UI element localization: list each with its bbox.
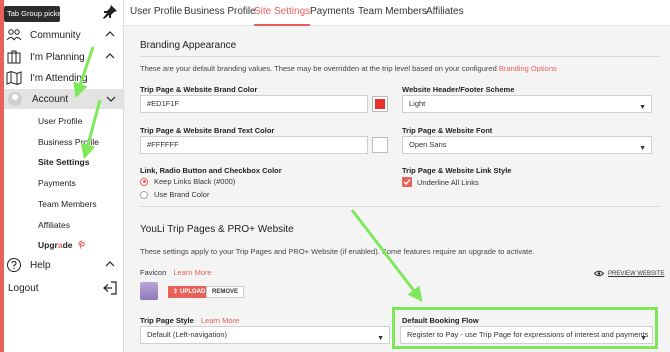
eye-icon [594,270,604,277]
suitcase-icon [7,50,21,64]
sidebar-item-help[interactable]: Help [6,256,122,274]
branding-description: These are your default branding values. … [140,64,557,73]
sidebar-sub-user-profile[interactable]: User Profile [38,116,82,126]
tab-user-profile[interactable]: User Profile [130,0,182,26]
brand-text-color-input[interactable]: #FFFFFF [140,136,368,154]
trip-page-style-learn-more-link[interactable]: Learn More [201,316,239,325]
favicon-learn-more-link[interactable]: Learn More [173,268,211,277]
sidebar-sub-payments[interactable]: Payments [38,178,76,188]
font-label: Trip Page & Website Font [402,126,493,135]
radio-keep-links-black[interactable]: Keep Links Black (#000) [140,177,235,186]
sidebar-item-logout[interactable]: Logout [6,279,122,297]
brand-color-swatch[interactable] [372,96,388,112]
radio-button-selected[interactable] [140,177,148,186]
brand-text-color-fill [375,140,385,150]
brand-text-color-swatch[interactable] [372,137,388,153]
underline-checkbox[interactable] [402,177,412,187]
header-scheme-select[interactable]: Light ▼ [402,95,652,113]
sidebar-item-label: Logout [8,282,39,294]
sidebar-sub-business-profile[interactable]: Business Profile [38,137,99,147]
header-scheme-label: Website Header/Footer Scheme [402,85,515,94]
trip-page-style-value: Default (Left-navigation) [147,330,228,339]
favicon-preview-image [140,282,158,300]
map-icon [6,70,22,86]
sidebar-item-label: Community [30,29,81,41]
dropdown-caret-icon: ▼ [639,104,646,111]
pinterest-icon [78,240,85,249]
favicon-label-text: Favicon [140,268,167,277]
chevron-up-icon[interactable] [104,258,116,270]
brand-color-fill [375,99,385,109]
tab-site-settings[interactable]: Site Settings [254,0,311,26]
upload-label: UPLOAD [180,289,206,295]
main-panel: Branding Appearance These are your defau… [124,26,670,352]
branding-options-link[interactable]: Branding Options [499,64,557,73]
upload-icon: ⇪ [173,289,179,295]
tab-payments[interactable]: Payments [310,0,354,26]
divider [140,206,660,207]
sidebar-item-label: I'm Attending [30,72,88,84]
brand-color-label: Trip Page & Website Brand Color [140,85,258,94]
sidebar: Tab Group picker Community I'm Planning … [0,0,124,352]
sidebar-item-community[interactable]: Community [6,26,122,44]
tab-affiliates[interactable]: Affiliates [426,0,464,26]
upgrade-text-start: Upgr [38,240,58,250]
radio-label: Use Brand Color [154,190,210,199]
sidebar-sub-team-members[interactable]: Team Members [38,199,97,209]
preview-website-link[interactable]: PREVIEW WEBSITE [594,270,664,277]
top-tab-bar: User Profile Business Profile Site Setti… [124,0,670,26]
sidebar-item-label: I'm Planning [30,51,85,63]
header-scheme-value: Light [409,99,426,108]
link-style-label: Trip Page & Website Link Style [402,166,512,175]
chevron-down-icon[interactable] [105,93,117,105]
youli-description: These settings apply to your Trip Pages … [140,247,535,256]
remove-button[interactable]: REMOVE [206,286,245,298]
preview-website-label: PREVIEW WEBSITE [608,270,665,277]
radio-use-brand-color[interactable]: Use Brand Color [140,190,209,199]
radio-button[interactable] [140,190,148,199]
font-select[interactable]: Open Sans ▼ [402,136,652,154]
help-icon [7,258,21,272]
tab-business-profile[interactable]: Business Profile [184,0,256,26]
dropdown-caret-icon: ▼ [639,145,646,152]
trip-page-style-label: Trip Page Style Learn More [140,316,239,325]
tab-group-picker[interactable]: Tab Group picker [4,6,64,22]
chevron-up-icon[interactable] [104,50,116,62]
sidebar-item-attending[interactable]: I'm Attending [6,69,122,87]
sidebar-sub-upgrade[interactable]: Upgrade [38,240,86,250]
link-color-label: Link, Radio Button and Checkbox Color [140,166,282,175]
highlight-box [392,307,658,349]
trip-page-style-select[interactable]: Default (Left-navigation) ▼ [140,326,390,344]
check-icon [403,179,411,186]
brand-text-color-label: Trip Page & Website Brand Text Color [140,126,275,135]
youli-section-title: YouLi Trip Pages & PRO+ Website [140,224,294,235]
underline-label: Underline All Links [417,178,479,187]
sidebar-accent-bar [0,0,4,352]
sidebar-sub-site-settings[interactable]: Site Settings [38,157,89,167]
trip-page-style-label-text: Trip Page Style [140,316,194,325]
avatar [8,92,22,106]
branding-section-title: Branding Appearance [140,40,237,51]
branding-desc-text: These are your default branding values. … [140,64,499,73]
sidebar-item-label: Account [32,93,69,105]
sidebar-item-account[interactable]: Account [4,89,123,109]
upload-button[interactable]: ⇪ UPLOAD [168,286,211,298]
radio-label: Keep Links Black (#000) [154,177,236,186]
sidebar-item-planning[interactable]: I'm Planning [6,48,122,66]
divider [140,56,660,57]
logout-icon[interactable] [102,280,118,296]
font-value: Open Sans [409,140,447,149]
sidebar-sub-affiliates[interactable]: Affiliates [38,220,70,230]
chevron-up-icon[interactable] [104,28,116,40]
community-icon [6,29,22,41]
upgrade-text-end: de [62,240,73,250]
tab-team-members[interactable]: Team Members [358,0,427,26]
dropdown-caret-icon: ▼ [377,335,384,342]
sidebar-item-label: Help [30,259,51,271]
pin-icon[interactable] [102,4,118,20]
favicon-label: Favicon Learn More [140,268,212,277]
brand-color-input[interactable]: #ED1F1F [140,95,368,113]
